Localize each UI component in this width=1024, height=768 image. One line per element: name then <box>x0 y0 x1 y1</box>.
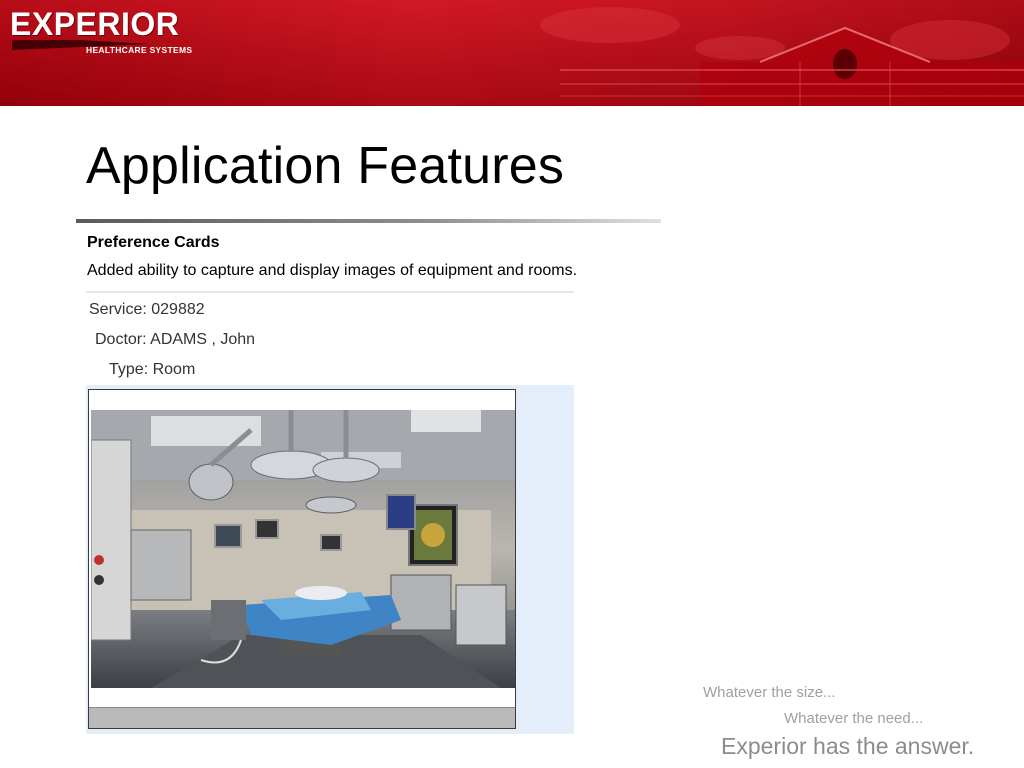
type-row: Type: Room <box>109 361 195 379</box>
tagline-line3: Experior has the answer. <box>721 733 975 759</box>
tagline-line1: Whatever the size... <box>703 684 836 701</box>
doctor-row: Doctor: ADAMS , John <box>95 331 255 349</box>
type-label: Type: <box>109 361 149 378</box>
logo-subtitle: HEALTHCARE SYSTEMS <box>86 45 193 55</box>
service-value: 029882 <box>151 301 205 318</box>
operating-room-photo[interactable] <box>91 410 515 688</box>
header-banner: EXPERIOR HEALTHCARE SYSTEMS <box>0 0 1024 106</box>
logo-text: EXPERIOR <box>10 6 180 42</box>
section-description: Added ability to capture and display ima… <box>87 262 578 279</box>
title-divider <box>76 219 661 223</box>
tagline-line2: Whatever the need... <box>784 710 924 727</box>
image-caption-bar <box>89 707 515 728</box>
preference-card-panel: Service: 029882 Doctor: ADAMS , John Typ… <box>86 291 574 734</box>
card-details: Service: 029882 Doctor: ADAMS , John Typ… <box>86 291 574 385</box>
slide-title: Application Features <box>86 137 565 195</box>
doctor-label: Doctor: <box>95 331 147 348</box>
image-frame <box>88 389 516 729</box>
service-label: Service: <box>89 301 147 318</box>
doctor-value: ADAMS , John <box>150 331 256 348</box>
section-heading: Preference Cards <box>87 234 220 251</box>
type-value: Room <box>152 361 196 378</box>
service-row: Service: 029882 <box>89 301 205 319</box>
